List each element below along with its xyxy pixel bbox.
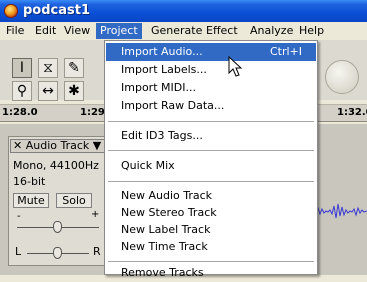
audacity-app-icon (4, 4, 18, 18)
ruler-label: 1:28.0 (2, 107, 38, 118)
menu-analyze[interactable]: Analyze (246, 23, 297, 39)
menu-project[interactable]: Project (96, 23, 142, 39)
menu-bar: File Edit View Project Generate Effect A… (0, 22, 367, 40)
menu-separator (108, 150, 314, 151)
timeshift-tool-icon[interactable]: ↔ (38, 81, 58, 101)
pan-slider-knob[interactable] (53, 247, 62, 259)
menu-item-import-labels[interactable]: Import Labels... (106, 61, 316, 79)
selection-tool-icon[interactable]: I (12, 58, 32, 78)
envelope-tool-icon[interactable]: ⧖ (38, 58, 58, 78)
menu-item-new-stereo-track[interactable]: New Stereo Track (106, 204, 316, 222)
window-title: podcast1 (23, 3, 91, 18)
menu-item-quick-mix[interactable]: Quick Mix (106, 157, 316, 175)
menu-item-label: Import Audio... (121, 45, 203, 58)
menu-item-new-time-track[interactable]: New Time Track (106, 238, 316, 256)
menu-effect[interactable]: Effect (202, 23, 242, 39)
menu-file[interactable]: File (2, 23, 28, 39)
menu-item-import-midi[interactable]: Import MIDI... (106, 79, 316, 97)
menu-item-new-audio-track[interactable]: New Audio Track (106, 187, 316, 205)
track-menu-chevron-icon[interactable]: ▼ (93, 139, 101, 152)
shortcut-label: Ctrl+I (269, 45, 302, 58)
solo-button[interactable]: Solo (56, 193, 92, 208)
menu-item-remove-tracks[interactable]: Remove Tracks (106, 264, 316, 282)
menu-view[interactable]: View (60, 23, 94, 39)
project-menu-dropdown: Import Audio... Ctrl+I Import Labels... … (104, 40, 318, 279)
mouse-cursor-icon (228, 56, 243, 77)
track-rate-info: Mono, 44100Hz (13, 159, 99, 172)
menu-edit[interactable]: Edit (31, 23, 60, 39)
track-header[interactable]: ✕ Audio Track ▼ (10, 139, 106, 153)
menu-separator (108, 181, 314, 182)
menu-item-import-audio[interactable]: Import Audio... Ctrl+I (106, 43, 316, 61)
stop-button[interactable] (325, 60, 359, 94)
menu-generate[interactable]: Generate (147, 23, 206, 39)
track-name[interactable]: Audio Track (26, 139, 90, 152)
menu-item-edit-id3-tags[interactable]: Edit ID3 Tags... (106, 127, 316, 145)
gain-plus-label: + (91, 209, 100, 220)
pan-right-label: R (93, 245, 101, 258)
gain-minus-label: - (17, 211, 21, 222)
gain-slider-knob[interactable] (53, 221, 62, 233)
ruler-label: 1:32.0 (337, 107, 367, 118)
menu-separator (108, 121, 314, 122)
zoom-tool-icon[interactable]: ⚲ (12, 81, 32, 101)
menu-separator (108, 261, 314, 262)
track-bits-info: 16-bit (13, 175, 46, 188)
menu-help[interactable]: Help (295, 23, 328, 39)
draw-tool-icon[interactable]: ✎ (64, 58, 84, 78)
multi-tool-icon[interactable]: ✱ (64, 81, 84, 101)
pan-left-label: L (15, 245, 22, 258)
close-track-icon[interactable]: ✕ (13, 139, 22, 152)
menu-item-new-label-track[interactable]: New Label Track (106, 221, 316, 239)
mute-button[interactable]: Mute (13, 193, 49, 208)
menu-item-import-raw-data[interactable]: Import Raw Data... (106, 97, 316, 115)
track-control-panel: Mono, 44100Hz 16-bit Mute Solo - + L R (8, 136, 114, 266)
ruler-label: 1:29 (80, 107, 105, 118)
